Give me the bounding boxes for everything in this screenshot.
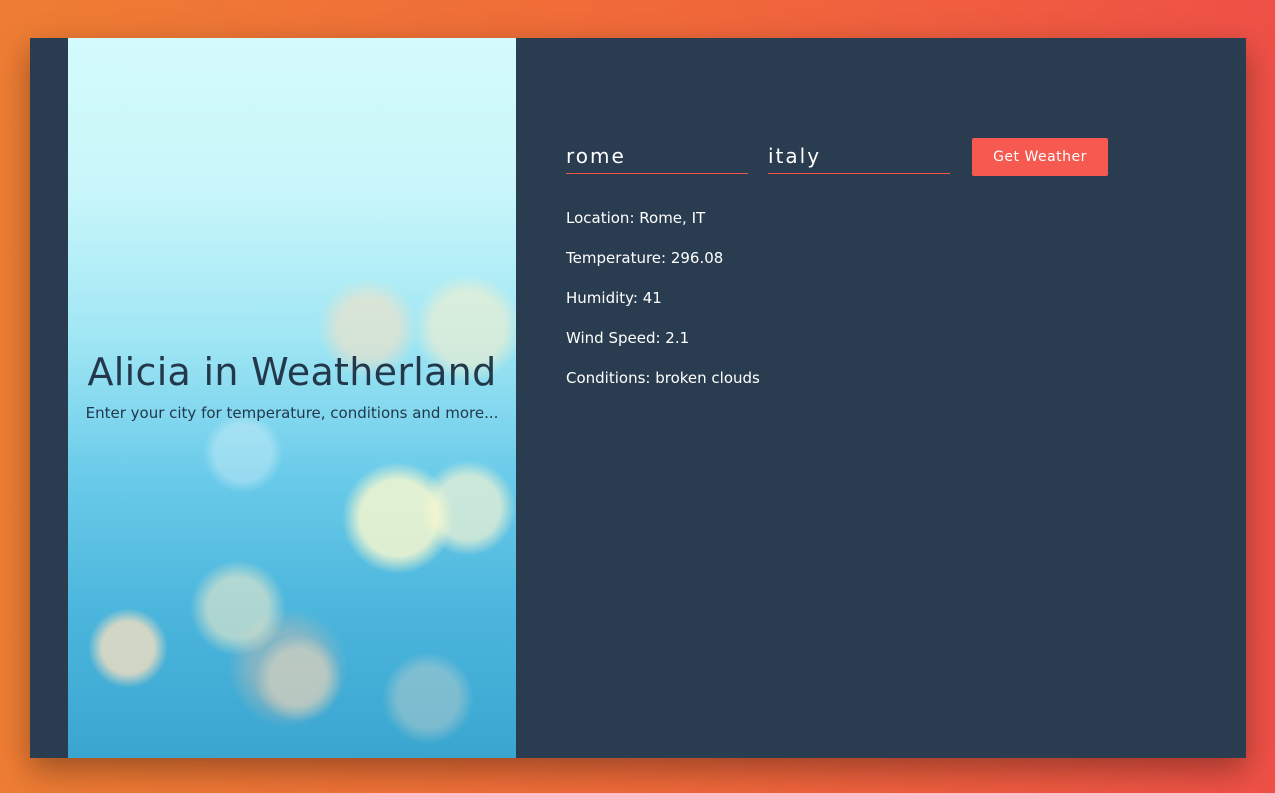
wind-speed-text: Wind Speed: 2.1	[566, 329, 690, 347]
conditions-text: Conditions: broken clouds	[566, 369, 760, 387]
app-window: Alicia in Weatherland Enter your city fo…	[30, 38, 1246, 758]
get-weather-button[interactable]: Get Weather	[972, 138, 1108, 176]
hero-image-panel: Alicia in Weatherland Enter your city fo…	[68, 38, 516, 758]
location-text: Location: Rome, IT	[566, 209, 706, 227]
humidity-text: Humidity: 41	[566, 289, 662, 307]
city-input[interactable]	[566, 138, 748, 174]
hero-text: Alicia in Weatherland Enter your city fo…	[68, 350, 516, 422]
page-subtitle: Enter your city for temperature, conditi…	[85, 404, 499, 422]
country-input[interactable]	[768, 138, 950, 174]
temperature-text: Temperature: 296.08	[566, 249, 724, 267]
weather-results: Location: Rome, IT Temperature: 296.08 H…	[566, 206, 760, 406]
page-title: Alicia in Weatherland	[87, 350, 497, 394]
